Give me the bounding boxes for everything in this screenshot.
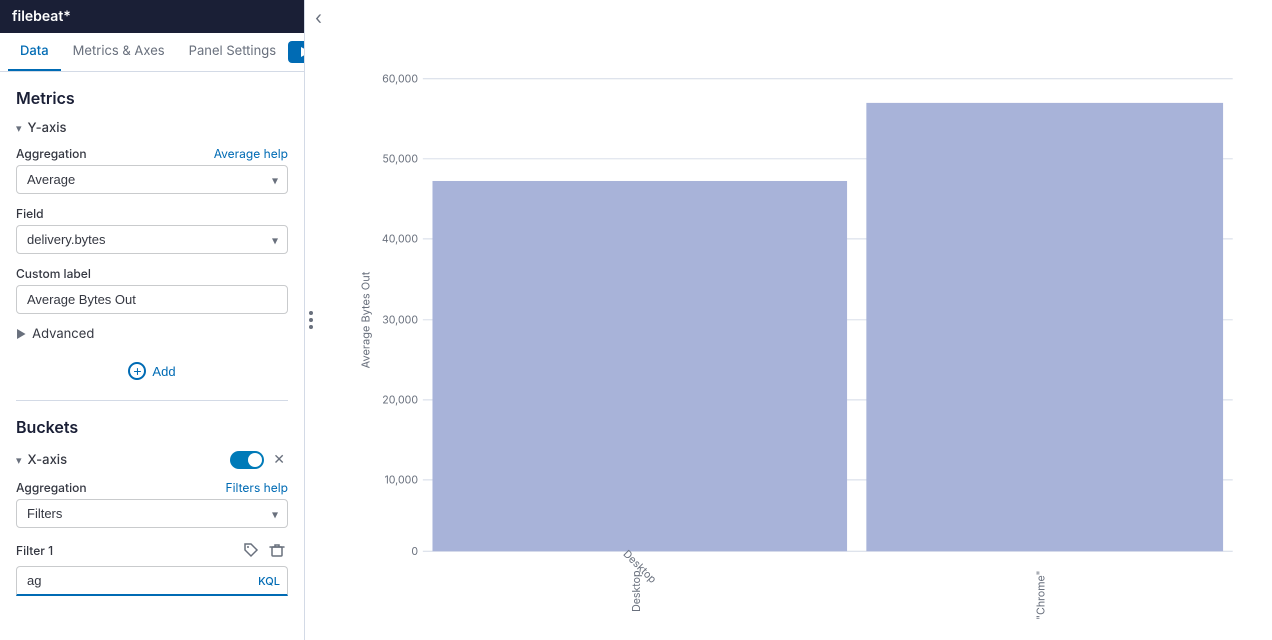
- add-button[interactable]: + Add: [128, 358, 175, 384]
- custom-label-row: Custom label Average Bytes Out: [16, 266, 288, 314]
- svg-text:60,000: 60,000: [382, 73, 418, 86]
- y-axis-chart-label: Average Bytes Out: [358, 272, 372, 369]
- x-axis-header: ▾ X-axis ✕: [16, 449, 288, 470]
- tabs-bar: Data Metrics & Axes Panel Settings ✕: [0, 33, 304, 72]
- svg-text:10,000: 10,000: [384, 474, 418, 487]
- add-btn-container: + Add: [16, 358, 288, 384]
- svg-text:40,000: 40,000: [382, 233, 418, 246]
- add-label: Add: [152, 364, 175, 379]
- filter1-tag-button[interactable]: [240, 540, 262, 560]
- field-label: Field: [16, 206, 44, 221]
- tag-icon: [243, 542, 259, 558]
- y-axis-section[interactable]: ▾ Y-axis: [16, 120, 288, 136]
- custom-label-input[interactable]: Average Bytes Out: [16, 285, 288, 314]
- metrics-section-title: Metrics: [16, 88, 288, 108]
- filter1-input-wrapper: KQL: [16, 566, 288, 596]
- x-axis-actions: ✕: [230, 449, 288, 470]
- x-axis-toggle[interactable]: [230, 451, 264, 469]
- aggregation-row: Aggregation Average help Average Sum Min…: [16, 146, 288, 194]
- aggregation-label: Aggregation: [16, 146, 87, 161]
- aggregation-select[interactable]: Average Sum Min Max Count: [16, 165, 288, 194]
- svg-text:Desktop: Desktop: [630, 570, 643, 611]
- buckets-section-title: Buckets: [16, 417, 288, 437]
- bucket-aggregation-row: Aggregation Filters help Filters Terms D…: [16, 480, 288, 528]
- aggregation-select-wrapper: Average Sum Min Max Count: [16, 165, 288, 194]
- bucket-aggregation-select[interactable]: Filters Terms Date Histogram: [16, 499, 288, 528]
- filter1-actions: [240, 540, 288, 560]
- x-axis-chevron[interactable]: ▾: [16, 453, 22, 467]
- run-icon: [298, 45, 305, 59]
- chart-svg: 60,000 50,000 40,000 30,000 20,000 10,00…: [365, 10, 1252, 620]
- svg-text:0: 0: [411, 545, 418, 558]
- svg-text:50,000: 50,000: [382, 153, 418, 166]
- dot3: [309, 325, 313, 329]
- advanced-row[interactable]: ▶ Advanced: [16, 326, 288, 342]
- sidebar-toggle[interactable]: [305, 303, 317, 337]
- main-area: ‹ Average Bytes Out 60,000 50,000 40,000…: [305, 0, 1272, 640]
- x-axis-label-row: ▾ X-axis: [16, 452, 67, 468]
- tab-panel-settings[interactable]: Panel Settings: [177, 33, 288, 71]
- x-axis-delete-button[interactable]: ✕: [270, 449, 288, 470]
- field-select-wrapper: delivery.bytes: [16, 225, 288, 254]
- svg-text:30,000: 30,000: [382, 314, 418, 327]
- y-axis-chevron: ▾: [16, 121, 22, 135]
- filter1-header: Filter 1: [16, 540, 288, 560]
- filter1-input[interactable]: [16, 566, 288, 596]
- dot1: [309, 311, 313, 315]
- svg-text:20,000: 20,000: [382, 394, 418, 407]
- tab-metrics-axes[interactable]: Metrics & Axes: [61, 33, 177, 71]
- bucket-aggregation-label: Aggregation: [16, 480, 87, 495]
- field-select[interactable]: delivery.bytes: [16, 225, 288, 254]
- trash-icon: [269, 542, 285, 558]
- advanced-chevron: ▶: [16, 327, 26, 341]
- plus-icon: +: [128, 362, 146, 380]
- bucket-aggregation-select-wrapper: Filters Terms Date Histogram: [16, 499, 288, 528]
- filter1-label: Filter 1: [16, 543, 53, 558]
- kql-badge: KQL: [258, 574, 280, 588]
- tab-actions: ✕: [288, 40, 305, 64]
- sidebar: filebeat* Data Metrics & Axes Panel Sett…: [0, 0, 305, 640]
- filter1-delete-button[interactable]: [266, 540, 288, 560]
- sidebar-content: Metrics ▾ Y-axis Aggregation Average hel…: [0, 72, 304, 640]
- run-button[interactable]: [288, 41, 305, 63]
- y-axis-label: Y-axis: [28, 120, 67, 136]
- bucket-aggregation-help[interactable]: Filters help: [226, 480, 288, 495]
- dot2: [309, 318, 313, 322]
- app-header: filebeat*: [0, 0, 304, 33]
- svg-text:t.browser.keyword : "Chrome": t.browser.keyword : "Chrome": [1035, 570, 1048, 620]
- custom-label-label: Custom label: [16, 266, 91, 281]
- bar-chrome[interactable]: [866, 103, 1223, 551]
- aggregation-help-link[interactable]: Average help: [214, 146, 288, 161]
- chart-container: Average Bytes Out 60,000 50,000 40,000 3…: [305, 0, 1272, 640]
- tab-data[interactable]: Data: [8, 33, 61, 71]
- app-title: filebeat*: [12, 8, 71, 25]
- x-axis-delete-icon: ✕: [273, 451, 285, 468]
- x-axis-label: X-axis: [28, 452, 68, 468]
- field-row: Field delivery.bytes: [16, 206, 288, 254]
- advanced-label: Advanced: [32, 326, 94, 342]
- bar-desktop[interactable]: [432, 181, 847, 551]
- section-divider: [16, 400, 288, 401]
- filter1-row: Filter 1: [16, 540, 288, 596]
